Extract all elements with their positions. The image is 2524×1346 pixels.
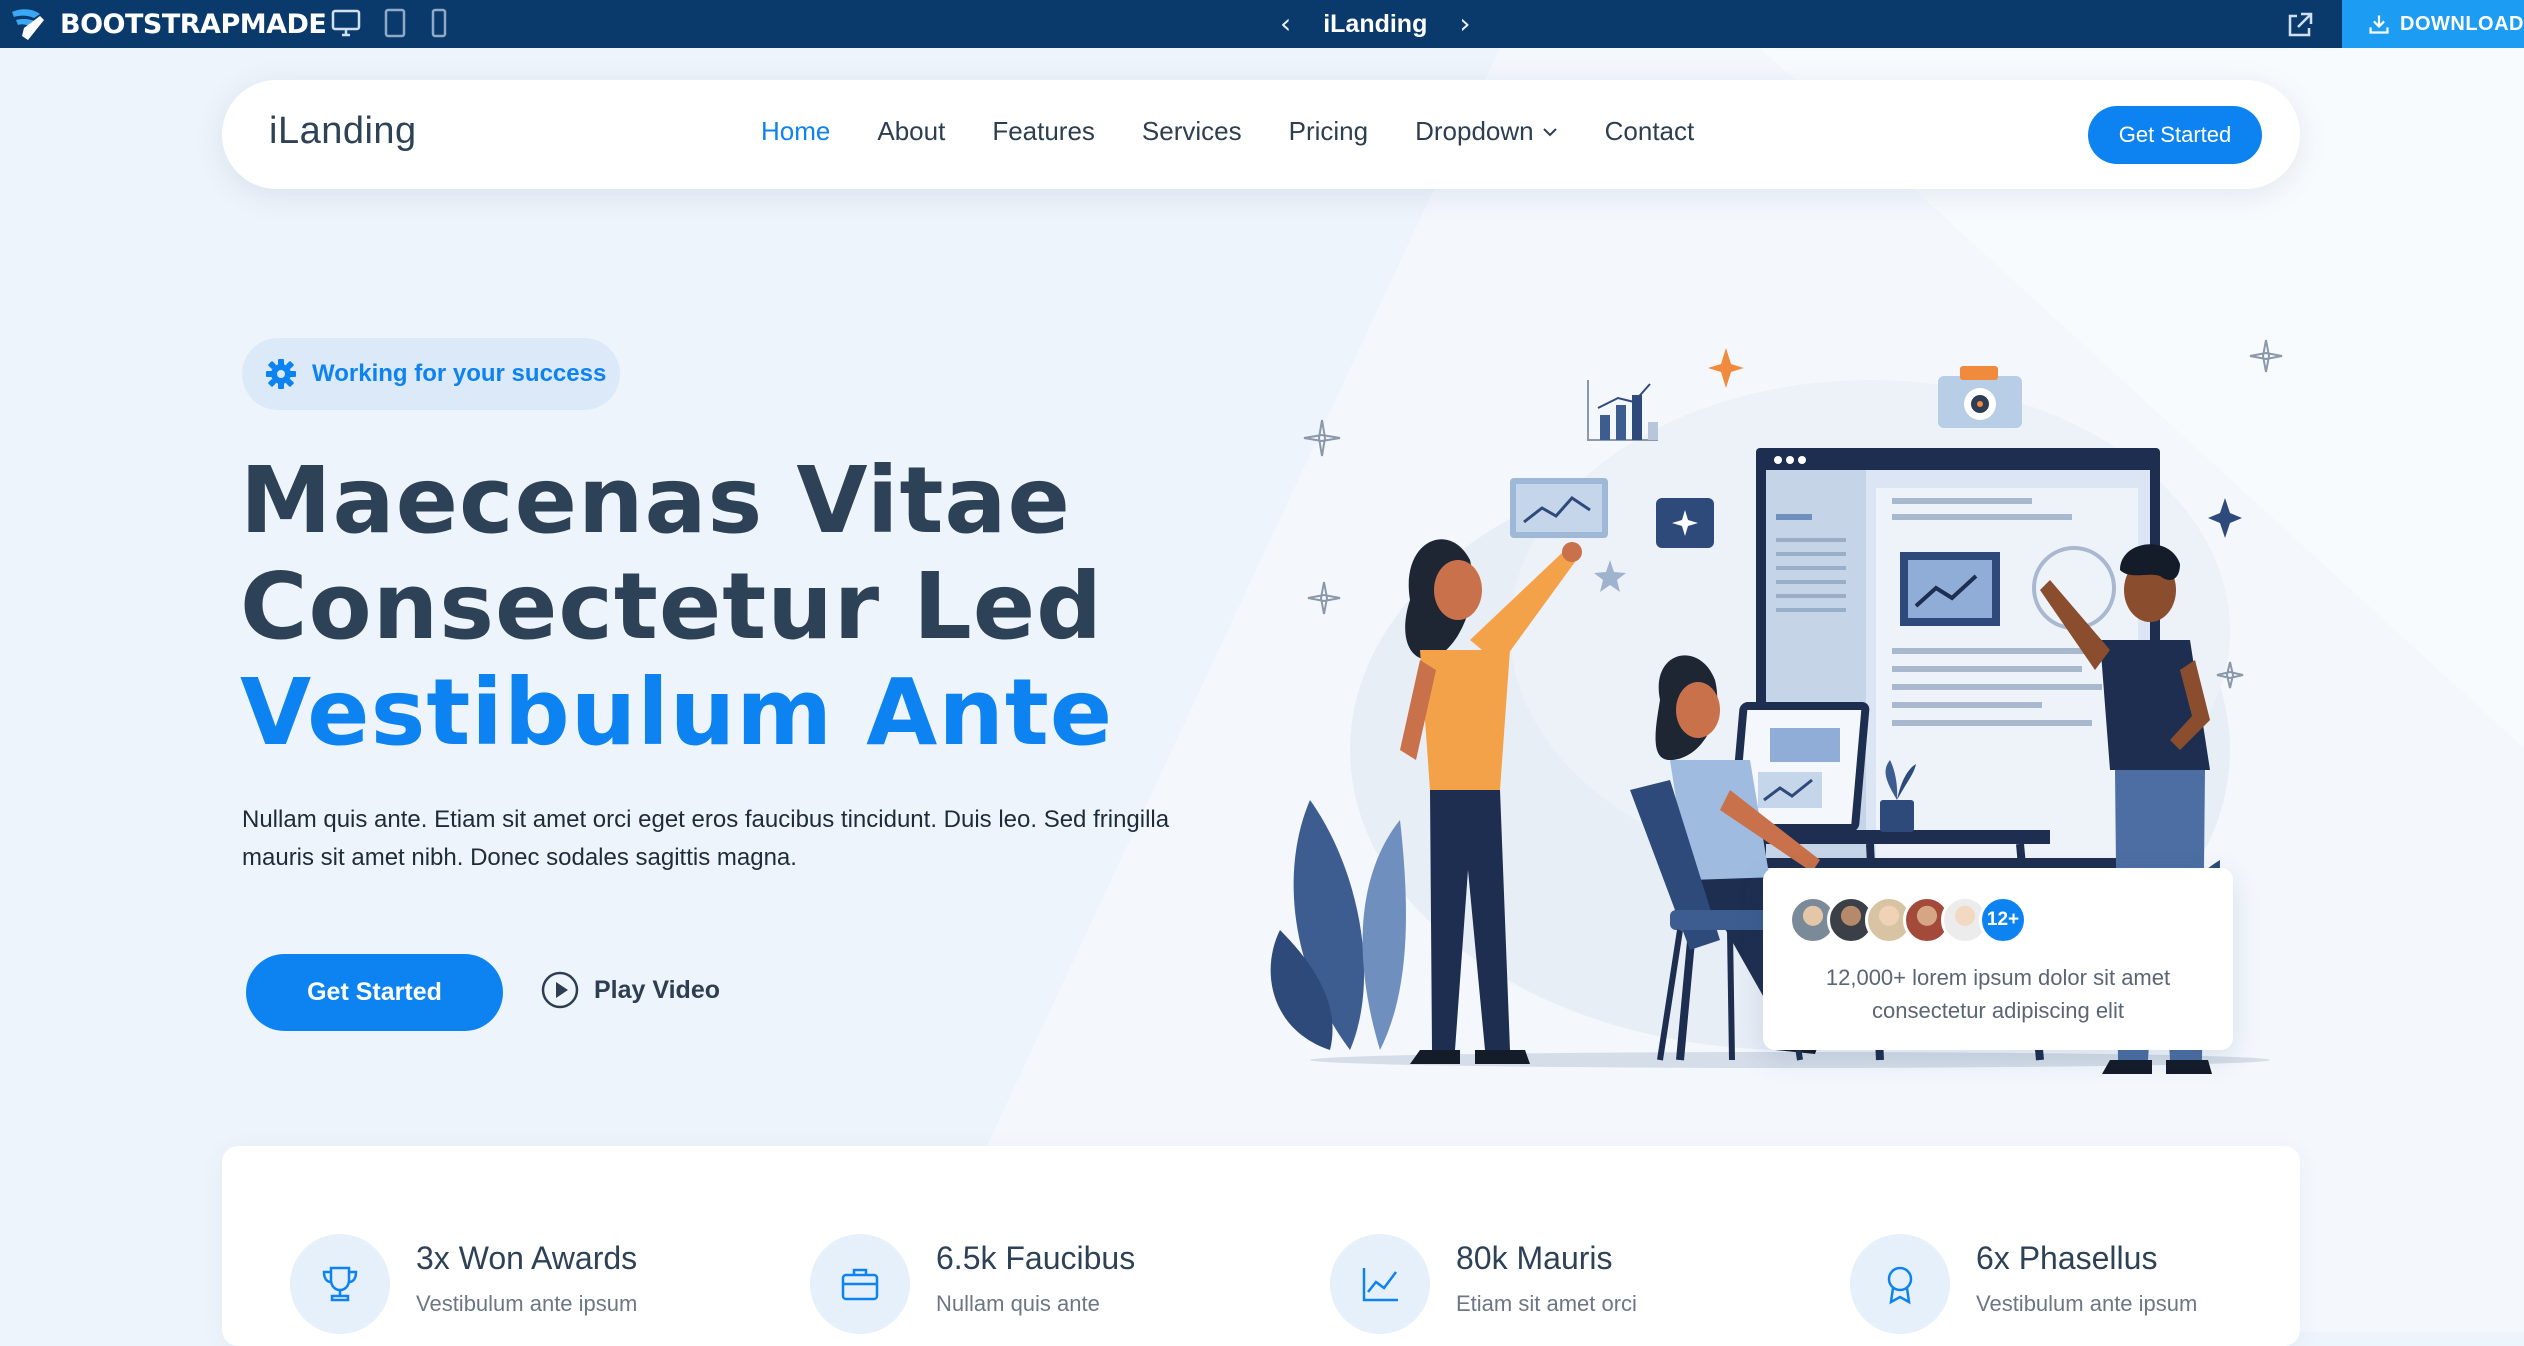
trophy-icon bbox=[290, 1234, 390, 1334]
nav-dropdown-label: Dropdown bbox=[1415, 116, 1534, 146]
stat-title: 6.5k Faucibus bbox=[936, 1240, 1136, 1276]
nav-get-started-button[interactable]: Get Started bbox=[2088, 106, 2262, 164]
popup-text-line-1: 12,000+ lorem ipsum dolor sit amet bbox=[1825, 965, 2171, 990]
avatar-stack: 12+ bbox=[1789, 896, 2027, 944]
tablet-icon[interactable] bbox=[382, 8, 408, 43]
stat-item: 3x Won Awards Vestibulum ante ipsum bbox=[290, 1234, 637, 1334]
bootstrapmade-logo-icon bbox=[12, 9, 44, 40]
hero-get-started-button[interactable]: Get Started bbox=[246, 954, 503, 1031]
nav-item-about[interactable]: About bbox=[877, 116, 945, 147]
hero-description: Nullam quis ante. Etiam sit amet orci eg… bbox=[242, 801, 1242, 877]
camera-icon bbox=[1938, 366, 2022, 428]
open-external-icon[interactable] bbox=[2285, 10, 2315, 40]
stat-title: 80k Mauris bbox=[1456, 1240, 1613, 1276]
preview-topbar: BOOTSTRAPMADE ‹ iLanding › DOWNLOAD bbox=[0, 0, 2524, 48]
play-circle-icon bbox=[541, 971, 579, 1009]
play-video-label: Play Video bbox=[594, 975, 720, 1004]
chevron-down-icon bbox=[1542, 127, 1557, 136]
chevron-left-icon[interactable]: ‹ bbox=[1280, 10, 1291, 38]
nav-item-dropdown[interactable]: Dropdown bbox=[1415, 116, 1558, 147]
nav-item-home[interactable]: Home bbox=[761, 116, 830, 147]
briefcase-icon bbox=[810, 1234, 910, 1334]
hero-title-line-3: Vestibulum Ante bbox=[240, 659, 1114, 766]
nav-item-pricing[interactable]: Pricing bbox=[1289, 116, 1368, 147]
bootstrapmade-brand[interactable]: BOOTSTRAPMADE bbox=[10, 6, 327, 42]
hero-description-line-2: mauris sit amet nibh. Donec sodales sagi… bbox=[242, 844, 797, 871]
nav-menu: Home About Features Services Pricing Dro… bbox=[761, 116, 1741, 147]
hero-title-line-2: Consectetur Led bbox=[240, 553, 1104, 660]
download-label: DOWNLOAD bbox=[2400, 12, 2524, 35]
hero-badge-text: Working for your success bbox=[312, 360, 607, 387]
chevron-right-icon[interactable]: › bbox=[1459, 10, 1470, 38]
chart-icon bbox=[1587, 380, 1658, 441]
graph-up-icon bbox=[1330, 1234, 1430, 1334]
nav-item-services[interactable]: Services bbox=[1142, 116, 1242, 147]
device-switcher bbox=[330, 8, 450, 43]
stat-item: 6.5k Faucibus Nullam quis ante bbox=[810, 1234, 1135, 1334]
nav-item-contact[interactable]: Contact bbox=[1605, 116, 1695, 147]
mobile-icon[interactable] bbox=[428, 8, 450, 43]
nav-item-features[interactable]: Features bbox=[992, 116, 1095, 147]
stat-subtitle: Vestibulum ante ipsum bbox=[1976, 1291, 2198, 1316]
template-switcher: ‹ iLanding › bbox=[1280, 6, 1471, 42]
hero-title-line-1: Maecenas Vitae bbox=[240, 447, 1071, 554]
download-icon bbox=[2369, 15, 2389, 34]
site-navbar: iLanding Home About Features Services Pr… bbox=[222, 80, 2300, 189]
stat-subtitle: Nullam quis ante bbox=[936, 1291, 1100, 1316]
gear-icon bbox=[266, 359, 296, 389]
stats-section: 3x Won Awards Vestibulum ante ipsum 6.5k… bbox=[222, 1146, 2300, 1346]
sparkle-tile-icon bbox=[1656, 498, 1714, 548]
stat-title: 3x Won Awards bbox=[416, 1240, 638, 1276]
template-title: iLanding bbox=[1323, 9, 1428, 38]
hero-title: Maecenas Vitae Consectetur Led Vestibulu… bbox=[240, 448, 1240, 766]
desktop-icon[interactable] bbox=[330, 8, 362, 43]
award-icon bbox=[1850, 1234, 1950, 1334]
brand-text: BOOTSTRAPMADE bbox=[60, 8, 327, 40]
play-video-link[interactable]: Play Video bbox=[540, 970, 720, 1010]
site-logo[interactable]: iLanding bbox=[269, 110, 417, 153]
download-button[interactable]: DOWNLOAD bbox=[2342, 0, 2524, 48]
stat-item: 6x Phasellus Vestibulum ante ipsum bbox=[1850, 1234, 2197, 1334]
analytics-card bbox=[1510, 478, 1608, 538]
more-users-badge: 12+ bbox=[1979, 896, 2027, 944]
popup-text: 12,000+ lorem ipsum dolor sit amet conse… bbox=[1783, 961, 2213, 1027]
hero-description-line-1: Nullam quis ante. Etiam sit amet orci eg… bbox=[242, 806, 1170, 833]
popup-text-line-2: consectetur adipiscing elit bbox=[1872, 998, 2124, 1023]
hero-badge: Working for your success bbox=[242, 338, 620, 410]
stat-title: 6x Phasellus bbox=[1976, 1240, 2158, 1276]
stat-item: 80k Mauris Etiam sit amet orci bbox=[1330, 1234, 1637, 1334]
stat-subtitle: Vestibulum ante ipsum bbox=[416, 1291, 638, 1316]
customers-popup: 12+ 12,000+ lorem ipsum dolor sit amet c… bbox=[1763, 868, 2233, 1050]
stat-subtitle: Etiam sit amet orci bbox=[1456, 1291, 1637, 1316]
